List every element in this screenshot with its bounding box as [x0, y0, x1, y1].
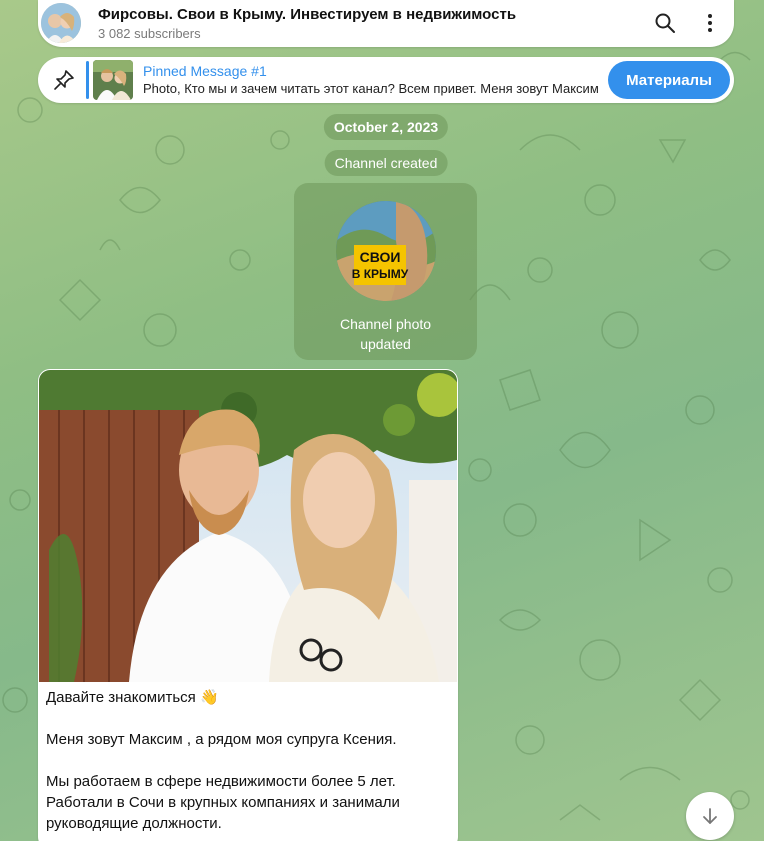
pinned-thumbnail — [93, 60, 133, 100]
chat-window: Фирсовы. Свои в Крыму. Инвестируем в нед… — [0, 0, 764, 841]
channel-title: Фирсовы. Свои в Крыму. Инвестируем в нед… — [98, 6, 517, 23]
channel-header[interactable]: Фирсовы. Свои в Крыму. Инвестируем в нед… — [38, 0, 734, 47]
pinned-preview-text: Photo, Кто мы и зачем читать этот канал?… — [143, 81, 599, 96]
pinned-message-bar[interactable]: Pinned Message #1 Photo, Кто мы и зачем … — [38, 57, 734, 103]
photo-updated-caption: Channel photo updated — [294, 314, 477, 354]
post-text-line1: Давайте знакомиться 👋 — [46, 689, 219, 706]
photo-updated-line1: Channel photo — [339, 316, 432, 332]
channel-avatar[interactable] — [41, 3, 81, 43]
materials-button[interactable]: Материалы — [608, 61, 730, 99]
scroll-to-bottom-button[interactable] — [686, 792, 734, 840]
channel-logo-line2: В КРЫМУ — [352, 267, 409, 281]
couple-photo — [39, 370, 457, 682]
channel-photo-updated-notice: СВОИ В КРЫМУ Channel photo updated — [294, 183, 477, 360]
post-text: Давайте знакомиться 👋 Меня зовут Максим … — [46, 687, 446, 841]
channel-logo-line1: СВОИ — [360, 249, 401, 265]
post-text-line3: Мы работаем в сфере недвижимости более 5… — [46, 773, 400, 832]
more-vertical-icon — [708, 14, 712, 32]
more-options-button[interactable] — [692, 5, 728, 41]
post-photo[interactable] — [39, 370, 457, 682]
channel-photo[interactable]: СВОИ В КРЫМУ — [336, 201, 436, 301]
channel-post[interactable]: Давайте знакомиться 👋 Меня зовут Максим … — [38, 369, 458, 841]
pinned-title: Pinned Message #1 — [143, 63, 267, 79]
channel-created-notice: Channel created — [324, 150, 448, 176]
avatar-image — [41, 3, 81, 43]
subscriber-count: 3 082 subscribers — [98, 26, 201, 41]
pin-icon — [54, 70, 74, 90]
pinned-accent-bar — [86, 61, 89, 99]
date-separator: October 2, 2023 — [323, 114, 449, 140]
search-button[interactable] — [647, 5, 683, 41]
photo-updated-line2: updated — [360, 336, 411, 352]
arrow-down-icon — [703, 808, 717, 824]
search-icon — [655, 13, 675, 33]
unpin-button[interactable] — [50, 66, 78, 94]
post-text-line2: Меня зовут Максим , а рядом моя супруга … — [46, 731, 397, 748]
